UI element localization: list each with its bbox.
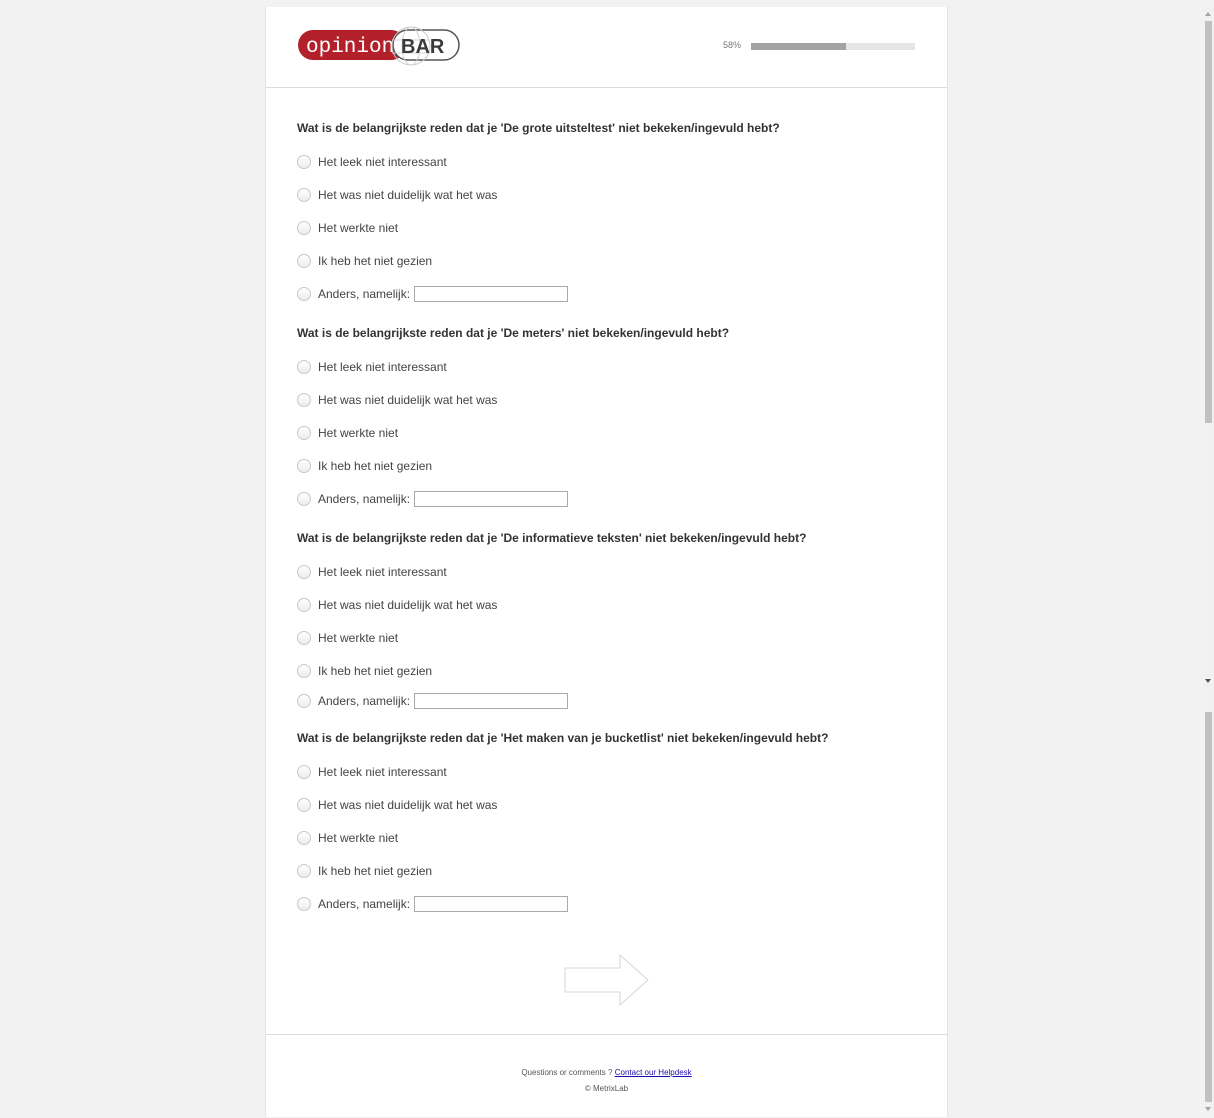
other-text-input[interactable] bbox=[414, 693, 569, 709]
progress-label: 58% bbox=[723, 40, 742, 50]
answer-option[interactable]: Het leek niet interessant bbox=[297, 563, 447, 581]
answer-option-label: Ik heb het niet gezien bbox=[318, 254, 433, 268]
answer-option[interactable]: Anders, namelijk: bbox=[297, 692, 569, 710]
answer-option-label: Anders, namelijk: bbox=[318, 694, 411, 708]
radio-button[interactable] bbox=[297, 831, 311, 845]
question-title: Wat is de belangrijkste reden dat je 'De… bbox=[297, 326, 730, 340]
answer-option-label: Anders, namelijk: bbox=[318, 492, 411, 506]
answer-option-label: Het leek niet interessant bbox=[318, 565, 447, 579]
other-text-input[interactable] bbox=[414, 286, 569, 302]
radio-button[interactable] bbox=[297, 631, 311, 645]
question-block: Wat is de belangrijkste reden dat je 'De… bbox=[297, 325, 937, 507]
scroll-thumb[interactable] bbox=[1205, 21, 1212, 423]
answer-option[interactable]: Het werkte niet bbox=[297, 424, 398, 442]
answer-option[interactable]: Ik heb het niet gezien bbox=[297, 862, 432, 880]
other-text-input[interactable] bbox=[414, 896, 569, 912]
answer-option-label: Het werkte niet bbox=[318, 221, 399, 235]
other-text-input[interactable] bbox=[414, 491, 569, 507]
answer-option[interactable]: Het leek niet interessant bbox=[297, 763, 447, 781]
scroll-down-small-icon bbox=[1205, 679, 1211, 683]
radio-button[interactable] bbox=[297, 221, 311, 235]
footer-prompt: Questions or comments ? bbox=[521, 1068, 613, 1077]
question-block: Wat is de belangrijkste reden dat je 'He… bbox=[297, 730, 937, 912]
radio-button[interactable] bbox=[297, 254, 311, 268]
next-arrow-button[interactable] bbox=[564, 954, 650, 1006]
answer-option-label: Ik heb het niet gezien bbox=[318, 864, 433, 878]
radio-button[interactable] bbox=[297, 459, 311, 473]
radio-button[interactable] bbox=[297, 155, 311, 169]
logo-text-opinion: opinion bbox=[306, 36, 394, 59]
answer-option-label: Het werkte niet bbox=[318, 426, 399, 440]
survey-header: opinion BAR 58% bbox=[266, 7, 947, 88]
answer-option-label: Het werkte niet bbox=[318, 831, 399, 845]
radio-button[interactable] bbox=[297, 664, 311, 678]
radio-button[interactable] bbox=[297, 360, 311, 374]
radio-button[interactable] bbox=[297, 188, 311, 202]
radio-button[interactable] bbox=[297, 864, 311, 878]
scroll-up-icon[interactable] bbox=[1205, 12, 1211, 16]
answer-option-label: Het leek niet interessant bbox=[318, 765, 447, 779]
answer-option[interactable]: Het werkte niet bbox=[297, 219, 398, 237]
answer-option-label: Het leek niet interessant bbox=[318, 360, 447, 374]
answer-option[interactable]: Het werkte niet bbox=[297, 829, 398, 847]
answer-option[interactable]: Het was niet duidelijk wat het was bbox=[297, 391, 497, 409]
progress-bar-fill bbox=[751, 43, 847, 50]
answer-option-label: Het was niet duidelijk wat het was bbox=[318, 798, 498, 812]
answer-option[interactable]: Anders, namelijk: bbox=[297, 285, 569, 303]
answer-option[interactable]: Het werkte niet bbox=[297, 629, 398, 647]
answer-option[interactable]: Ik heb het niet gezien bbox=[297, 457, 432, 475]
answer-option[interactable]: Het was niet duidelijk wat het was bbox=[297, 186, 497, 204]
question-title: Wat is de belangrijkste reden dat je 'De… bbox=[297, 531, 807, 545]
answer-option[interactable]: Het was niet duidelijk wat het was bbox=[297, 596, 497, 614]
answer-option-label: Anders, namelijk: bbox=[318, 287, 411, 301]
radio-button[interactable] bbox=[297, 287, 311, 301]
question-block: Wat is de belangrijkste reden dat je 'De… bbox=[297, 530, 937, 709]
logo-text-bar: BAR bbox=[401, 36, 445, 58]
radio-button[interactable] bbox=[297, 798, 311, 812]
radio-button[interactable] bbox=[297, 765, 311, 779]
footer: Questions or comments ? Contact our Help… bbox=[266, 1034, 947, 1118]
answer-option-label: Anders, namelijk: bbox=[318, 897, 411, 911]
radio-button[interactable] bbox=[297, 393, 311, 407]
answer-option-label: Ik heb het niet gezien bbox=[318, 664, 433, 678]
answer-option-label: Het was niet duidelijk wat het was bbox=[318, 393, 498, 407]
answer-option-label: Het leek niet interessant bbox=[318, 155, 447, 169]
answer-option[interactable]: Het leek niet interessant bbox=[297, 153, 447, 171]
footer-help-line: Questions or comments ? Contact our Help… bbox=[266, 1068, 947, 1077]
answer-option-label: Ik heb het niet gezien bbox=[318, 459, 433, 473]
radio-button[interactable] bbox=[297, 426, 311, 440]
helpdesk-link[interactable]: Contact our Helpdesk bbox=[615, 1068, 692, 1077]
answer-option[interactable]: Ik heb het niet gezien bbox=[297, 662, 432, 680]
radio-button[interactable] bbox=[297, 565, 311, 579]
answer-option[interactable]: Anders, namelijk: bbox=[297, 490, 569, 508]
answer-option-label: Het werkte niet bbox=[318, 631, 399, 645]
answer-option-label: Het was niet duidelijk wat het was bbox=[318, 598, 498, 612]
radio-button[interactable] bbox=[297, 598, 311, 612]
question-block: Wat is de belangrijkste reden dat je 'De… bbox=[297, 120, 937, 302]
scroll-thumb-secondary[interactable] bbox=[1205, 712, 1212, 1102]
answer-option[interactable]: Anders, namelijk: bbox=[297, 895, 569, 913]
radio-button[interactable] bbox=[297, 897, 311, 911]
answer-option[interactable]: Het leek niet interessant bbox=[297, 358, 447, 376]
scroll-down-icon[interactable] bbox=[1205, 1107, 1211, 1111]
question-title: Wat is de belangrijkste reden dat je 'He… bbox=[297, 731, 829, 745]
answer-option[interactable]: Het was niet duidelijk wat het was bbox=[297, 796, 497, 814]
question-title: Wat is de belangrijkste reden dat je 'De… bbox=[297, 121, 780, 135]
answer-option-label: Het was niet duidelijk wat het was bbox=[318, 188, 498, 202]
progress-bar bbox=[751, 43, 915, 50]
page-scrollbar[interactable] bbox=[1203, 7, 1214, 1117]
answer-option[interactable]: Ik heb het niet gezien bbox=[297, 252, 432, 270]
radio-button[interactable] bbox=[297, 694, 311, 708]
footer-copyright: © MetrixLab bbox=[584, 1084, 629, 1093]
survey-page: opinion BAR 58% Wat is de belangrijkste … bbox=[265, 7, 948, 1117]
opinionbar-logo: opinion BAR bbox=[298, 26, 460, 66]
radio-button[interactable] bbox=[297, 492, 311, 506]
